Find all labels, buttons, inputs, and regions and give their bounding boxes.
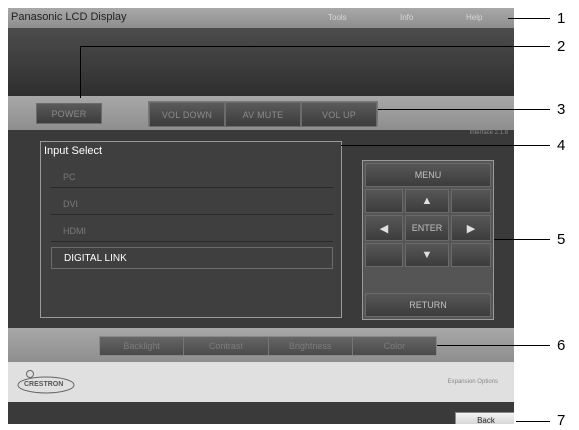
crestron-logo: CRESTRON [16, 368, 86, 396]
callout-line-3 [378, 109, 550, 110]
callout-line-1 [508, 18, 550, 19]
back-label: Back [477, 415, 495, 425]
enter-label: ENTER [411, 223, 443, 233]
left-button[interactable]: ◀ [365, 215, 403, 241]
tab-label: Brightness [288, 341, 332, 351]
web-control-panel: Panasonic LCD Display Tools Info Help PO… [8, 8, 514, 424]
input-item-pc[interactable]: PC [51, 166, 333, 188]
volume-group: VOL DOWN AV MUTE VOL UP [148, 101, 378, 127]
input-list: PC DVI HDMI DIGITAL LINK [41, 166, 343, 316]
remote-pad: MENU ▲ ◀ ENTER ▶ ▼ RETURN [362, 160, 494, 320]
down-arrow-icon: ▼ [421, 249, 433, 261]
input-item-label: DVI [63, 198, 79, 209]
tab-color[interactable]: Color [352, 337, 436, 355]
callout-7: 7 [557, 412, 566, 429]
tab-contrast[interactable]: Contrast [184, 337, 269, 355]
vol-down-label: VOL DOWN [161, 109, 213, 120]
callout-line-5 [494, 239, 550, 240]
crestron-label: CRESTRON [24, 381, 64, 388]
vol-up-button[interactable]: VOL UP [301, 102, 377, 127]
input-select-title: Input Select [44, 145, 103, 157]
tab-label: Backlight [123, 341, 160, 351]
callout-4: 4 [557, 137, 566, 154]
callout-5: 5 [557, 231, 566, 248]
down-button[interactable]: ▼ [405, 243, 449, 267]
right-button[interactable]: ▶ [451, 215, 491, 241]
callout-line-4 [341, 145, 550, 146]
pad-blank [365, 189, 403, 213]
callout-line-2-v [80, 46, 81, 98]
vol-up-label: VOL UP [322, 109, 356, 120]
vol-down-button[interactable]: VOL DOWN [149, 102, 225, 127]
tab-brightness[interactable]: Brightness [268, 337, 353, 355]
callout-2: 2 [557, 38, 566, 55]
input-item-label: HDMI [63, 225, 86, 236]
input-item-label: DIGITAL LINK [64, 252, 127, 264]
callout-line-2-h [80, 46, 550, 47]
input-item-hdmi[interactable]: HDMI [51, 220, 333, 242]
tab-label: Contrast [208, 341, 243, 351]
callout-1: 1 [557, 10, 566, 27]
callout-line-7 [516, 421, 550, 422]
banner [8, 28, 514, 96]
enter-button[interactable]: ENTER [405, 215, 449, 241]
expansion-options-link[interactable]: Expansion Options [448, 379, 498, 385]
pad-blank [365, 243, 403, 267]
control-band: POWER VOL DOWN AV MUTE VOL UP [8, 96, 514, 130]
up-button[interactable]: ▲ [405, 189, 449, 213]
input-item-dvi[interactable]: DVI [51, 193, 333, 215]
pad-blank [451, 189, 491, 213]
callout-line-6 [437, 345, 550, 346]
input-select-panel: Input Select PC DVI HDMI DIGITAL LINK [40, 141, 342, 318]
menu-label: MENU [414, 170, 442, 180]
input-item-digital-link[interactable]: DIGITAL LINK [51, 247, 333, 269]
return-label: RETURN [409, 300, 447, 310]
nav-info-link[interactable]: Info [400, 13, 413, 22]
back-button[interactable]: Back [455, 412, 514, 424]
header-bar: Panasonic LCD Display Tools Info Help [8, 8, 514, 28]
nav-help-link[interactable]: Help [466, 13, 482, 22]
av-mute-label: AV MUTE [242, 109, 284, 120]
adjust-tabs: Backlight Contrast Brightness Color [99, 336, 437, 356]
power-label: POWER [51, 108, 87, 119]
callout-3: 3 [557, 101, 566, 118]
power-button[interactable]: POWER [36, 103, 102, 124]
up-arrow-icon: ▲ [421, 195, 433, 207]
tab-backlight[interactable]: Backlight [100, 337, 185, 355]
av-mute-button[interactable]: AV MUTE [225, 102, 301, 127]
left-arrow-icon: ◀ [379, 222, 389, 235]
tab-label: Color [383, 341, 406, 351]
app-title: Panasonic LCD Display [11, 11, 127, 23]
return-button[interactable]: RETURN [365, 293, 491, 317]
right-arrow-icon: ▶ [466, 222, 476, 235]
menu-button[interactable]: MENU [365, 163, 491, 187]
input-item-label: PC [63, 171, 76, 182]
callout-6: 6 [557, 337, 566, 354]
footer-area: CRESTRON Expansion Options [8, 362, 514, 402]
nav-tools-link[interactable]: Tools [328, 13, 347, 22]
pad-blank [451, 243, 491, 267]
interface-version: Interface 2.1.8 [469, 130, 508, 136]
